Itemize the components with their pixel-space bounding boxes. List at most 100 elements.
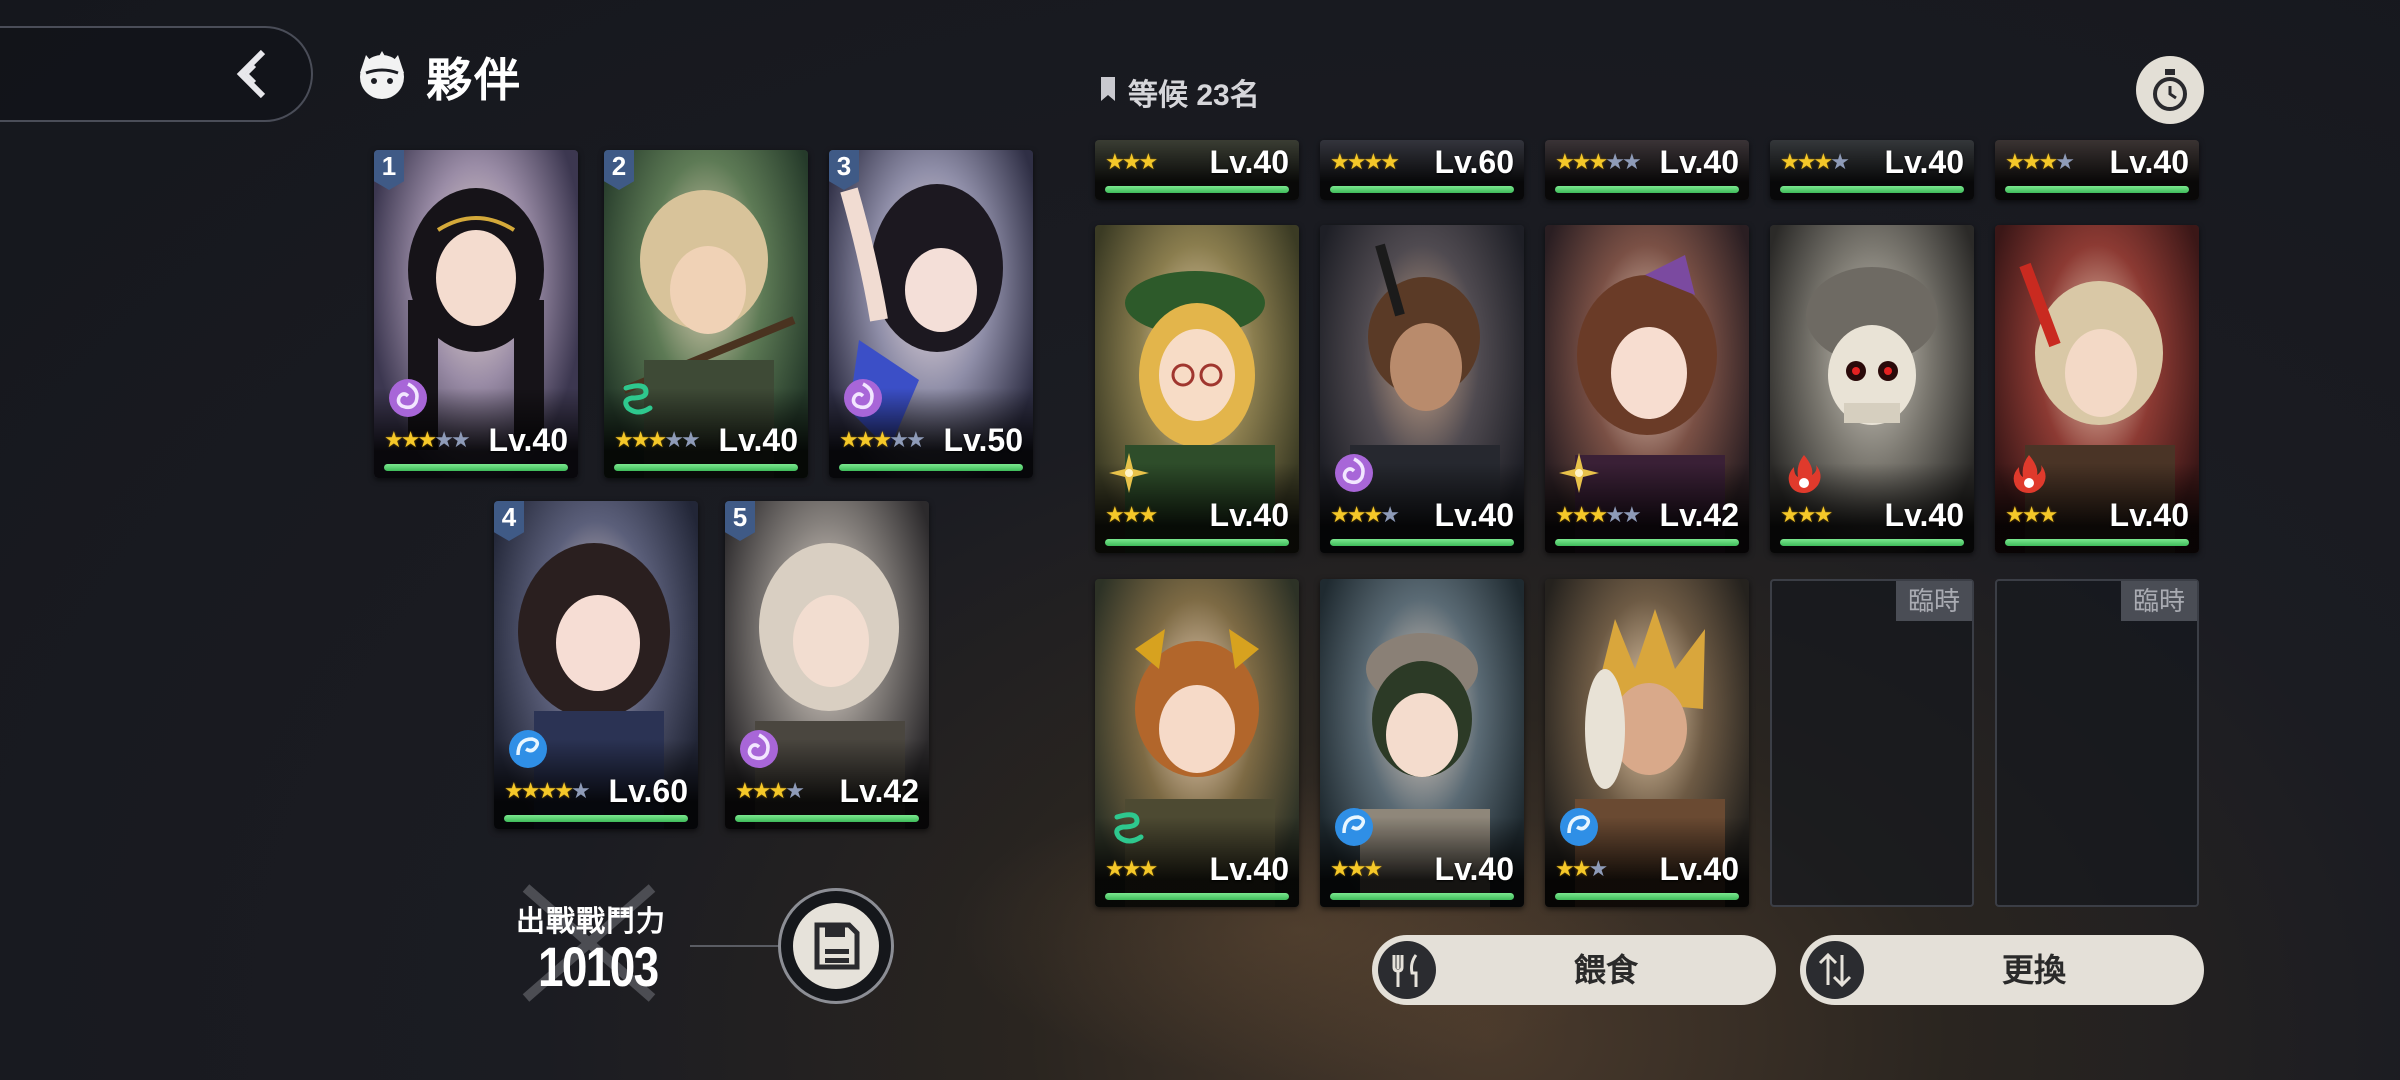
swap-arrows-icon [1818, 952, 1852, 988]
water-wave-icon [1557, 805, 1601, 849]
roster-card[interactable]: ★★★★ Lv.40 [1320, 225, 1524, 553]
star-rating: ★★★★ [1780, 149, 1850, 174]
psychic-swirl-icon [841, 376, 885, 420]
hp-bar [1330, 539, 1514, 546]
companion-head-icon [360, 51, 404, 99]
temporary-tag: 臨時 [2121, 581, 2197, 621]
swap-button-label: 更換 [2001, 952, 2066, 988]
hp-bar [1105, 539, 1289, 546]
level-label: Lv.40 [2109, 497, 2189, 533]
level-label: Lv.60 [608, 773, 688, 809]
star-rating: ★★★ [1330, 856, 1383, 881]
floppy-disk-icon [814, 922, 860, 970]
hp-bar [2005, 186, 2189, 193]
star-rating: ★★★★ [2005, 149, 2075, 174]
star-rating: ★★★★★ [839, 427, 926, 452]
hp-bar [614, 464, 798, 471]
star-rating: ★★★ [2005, 502, 2058, 527]
party-card-1[interactable]: 1 ★★★★★ Lv.40 [374, 150, 578, 478]
hp-bar [1105, 893, 1289, 900]
page-title: 夥伴 [426, 54, 522, 106]
star-rating: ★★★★★ [614, 427, 701, 452]
hp-bar [1330, 186, 1514, 193]
level-label: Lv.40 [1659, 851, 1739, 887]
level-label: Lv.40 [1884, 497, 1964, 533]
bookmark-icon [1101, 77, 1115, 101]
level-label: Lv.40 [488, 422, 568, 458]
star-rating: ★★★ [1105, 856, 1158, 881]
star-rating: ★★★ [1555, 856, 1608, 881]
level-label: Lv.40 [1884, 144, 1964, 180]
star-rating: ★★★★★ [1555, 149, 1642, 174]
level-label: Lv.50 [943, 422, 1023, 458]
back-button[interactable] [0, 26, 313, 122]
feed-button[interactable]: 餵食 [1372, 935, 1776, 1005]
level-label: Lv.40 [2109, 144, 2189, 180]
save-team-button[interactable] [778, 888, 894, 1004]
timer-button[interactable] [2136, 56, 2204, 124]
psychic-swirl-icon [386, 376, 430, 420]
hp-bar [1555, 539, 1739, 546]
roster-card[interactable]: ★★★ Lv.40 [1545, 579, 1749, 907]
star-rating: ★★★★ [1330, 502, 1400, 527]
level-label: Lv.42 [1659, 497, 1739, 533]
level-label: Lv.60 [1434, 144, 1514, 180]
hp-bar [1555, 186, 1739, 193]
hp-bar [839, 464, 1023, 471]
party-card-2[interactable]: 2 ★★★★★ Lv.40 [604, 150, 808, 478]
combat-power-value: 10103 [538, 935, 659, 998]
hp-bar [504, 815, 688, 822]
roster-card[interactable]: ★★★★ Lv.40 [1995, 140, 2199, 200]
feed-button-label: 餵食 [1573, 952, 1638, 988]
party-card-3[interactable]: 3 ★★★★★ Lv.50 [829, 150, 1033, 478]
empty-roster-slot[interactable]: 臨時 [1995, 579, 2199, 907]
level-label: Lv.40 [1434, 497, 1514, 533]
star-rating: ★★★ [1780, 502, 1833, 527]
level-label: Lv.40 [1209, 851, 1289, 887]
roster-card[interactable]: ★★★ Lv.40 [1095, 225, 1299, 553]
light-sparkle-icon [1107, 451, 1151, 495]
roster-card[interactable]: ★★★ Lv.40 [1995, 225, 2199, 553]
roster-card[interactable]: ★★★★★ Lv.42 [1545, 225, 1749, 553]
star-rating: ★★★★★ [1555, 502, 1642, 527]
roster-card[interactable]: ★★★ Lv.40 [1320, 579, 1524, 907]
roster-card[interactable]: ★★★★ Lv.40 [1770, 140, 1974, 200]
water-wave-icon [1332, 805, 1376, 849]
party-card-4[interactable]: 4 ★★★★★ Lv.60 [494, 501, 698, 829]
party-card-5[interactable]: 5 ★★★★ Lv.42 [725, 501, 929, 829]
roster-card[interactable]: ★★★ Lv.40 [1770, 225, 1974, 553]
star-rating: ★★★ [1105, 502, 1158, 527]
stopwatch-icon [2153, 69, 2187, 111]
water-wave-icon [506, 727, 550, 771]
empty-roster-slot[interactable]: 臨時 [1770, 579, 1974, 907]
star-rating: ★★★★★ [504, 778, 591, 803]
roster-card[interactable]: ★★★★ Lv.60 [1320, 140, 1524, 200]
hp-bar [384, 464, 568, 471]
star-rating: ★★★★ [735, 778, 805, 803]
hp-bar [1330, 893, 1514, 900]
star-rating: ★★★★★ [384, 427, 471, 452]
hp-bar [735, 815, 919, 822]
psychic-swirl-icon [737, 727, 781, 771]
swap-button[interactable]: 更換 [1800, 935, 2204, 1005]
roster-card[interactable]: ★★★ Lv.40 [1095, 579, 1299, 907]
level-label: Lv.40 [1659, 144, 1739, 180]
waiting-count-label: 等候 23名 [1128, 79, 1260, 112]
hp-bar [2005, 539, 2189, 546]
hp-bar [1780, 539, 1964, 546]
hp-bar [1780, 186, 1964, 193]
roster-card[interactable]: ★★★★★ Lv.40 [1545, 140, 1749, 200]
fire-flame-icon [2007, 451, 2051, 495]
level-label: Lv.40 [1209, 144, 1289, 180]
fork-knife-icon [1392, 954, 1418, 987]
temporary-tag: 臨時 [1896, 581, 1972, 621]
level-label: Lv.40 [1434, 851, 1514, 887]
hp-bar [1105, 186, 1289, 193]
star-rating: ★★★★ [1330, 149, 1400, 174]
roster-card[interactable]: ★★★ Lv.40 [1095, 140, 1299, 200]
level-label: Lv.42 [839, 773, 919, 809]
wind-swirl-icon [616, 376, 660, 420]
divider [690, 945, 780, 947]
star-rating: ★★★ [1105, 149, 1158, 174]
level-label: Lv.40 [718, 422, 798, 458]
